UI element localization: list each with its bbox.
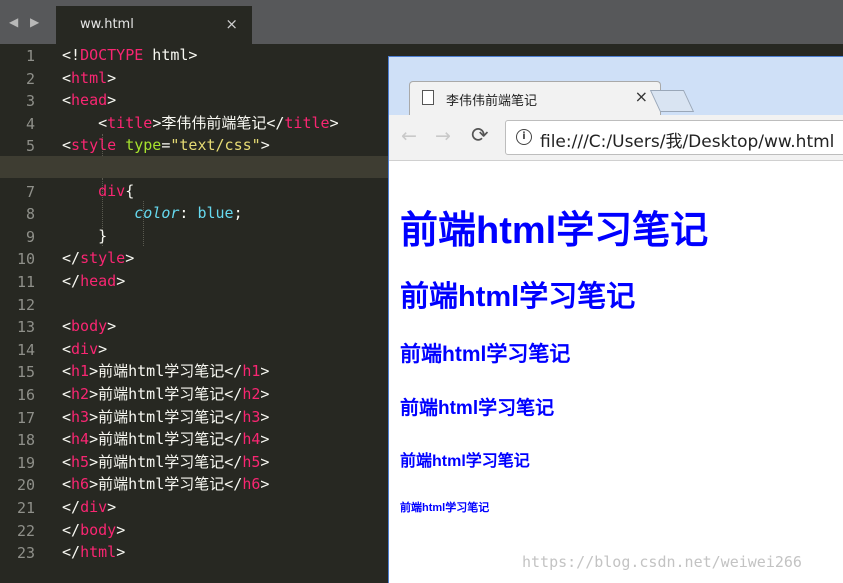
code-line: div{	[98, 181, 135, 200]
address-bar[interactable]: i file:///C:/Users/我/Desktop/ww.html	[505, 120, 843, 155]
forward-icon[interactable]: →	[435, 125, 451, 147]
line-number: 19	[16, 453, 35, 472]
line-number: 13	[16, 318, 35, 337]
tab-label: ww.html	[80, 17, 134, 32]
heading-h3: 前端html学习笔记	[400, 343, 571, 366]
code-line: color: blue;	[134, 204, 243, 223]
code-line: <h1>前端html学习笔记</h1>	[62, 362, 270, 381]
code-line: <h5>前端html学习笔记</h5>	[62, 452, 270, 471]
line-number: 18	[16, 431, 35, 450]
heading-h1: 前端html学习笔记	[400, 210, 709, 252]
line-number: 23	[16, 544, 35, 563]
line-number: 17	[16, 408, 35, 427]
line-number: 9	[25, 227, 35, 246]
code-line: <html>	[62, 68, 117, 87]
line-number: 21	[16, 499, 35, 517]
line-number: 1	[25, 47, 35, 65]
close-icon[interactable]: ×	[225, 15, 238, 33]
code-line: }	[98, 226, 108, 245]
back-icon[interactable]: ←	[401, 125, 417, 147]
info-icon[interactable]: i	[516, 129, 532, 145]
heading-h5: 前端html学习笔记	[400, 453, 530, 470]
code-line: <h4>前端html学习笔记</h4>	[62, 430, 270, 449]
code-line: <title>李伟伟前端笔记</title>	[98, 113, 339, 132]
current-line-highlight	[0, 156, 390, 178]
code-line: <div>	[62, 339, 108, 358]
code-line: </head>	[62, 272, 126, 290]
reload-icon[interactable]: ⟳	[471, 123, 489, 147]
code-line: <body>	[62, 317, 117, 336]
code-line: </div>	[62, 498, 117, 516]
tab-ww-html[interactable]: ww.html ×	[56, 6, 252, 44]
browser-tab-title: 李伟伟前端笔记	[446, 94, 538, 109]
editor-tab-bar: ◀ ▶ ww.html ×	[0, 0, 843, 44]
line-number-gutter: 1234567891011121314151617181920212223	[0, 44, 46, 582]
line-number: 14	[16, 340, 35, 359]
code-line: <style type="text/css">	[62, 136, 270, 155]
line-number: 4	[25, 114, 35, 133]
line-number: 20	[16, 476, 35, 495]
code-line: </html>	[62, 543, 126, 562]
code-line: <h2>前端html学习笔记</h2>	[62, 385, 270, 403]
heading-h4: 前端html学习笔记	[400, 398, 555, 419]
line-number: 11	[16, 273, 35, 291]
line-number: 22	[16, 521, 35, 540]
code-line: <h3>前端html学习笔记</h3>	[62, 407, 270, 426]
line-number: 16	[16, 386, 35, 404]
code-line: <head>	[62, 91, 117, 110]
code-line: </body>	[62, 520, 126, 539]
url-text: file:///C:/Users/我/Desktop/ww.html	[540, 132, 835, 152]
heading-h6: 前端html学习笔记	[400, 502, 490, 514]
browser-toolbar: ← → ⟳ i file:///C:/Users/我/Desktop/ww.ht…	[389, 115, 843, 161]
line-number: 3	[25, 92, 35, 111]
close-icon[interactable]: ×	[635, 87, 648, 106]
browser-tab[interactable]: 李伟伟前端笔记 ×	[409, 81, 661, 116]
browser-window: 李伟伟前端笔记 × ← → ⟳ i file:///C:/Users/我/Des…	[388, 56, 843, 583]
line-number: 2	[25, 69, 35, 88]
page-viewport: 前端html学习笔记 前端html学习笔记 前端html学习笔记 前端html学…	[389, 161, 843, 583]
heading-h2: 前端html学习笔记	[400, 281, 636, 313]
watermark: https://blog.csdn.net/weiwei266	[522, 553, 802, 571]
line-number: 15	[16, 363, 35, 382]
page-icon	[422, 90, 434, 105]
line-number: 7	[25, 182, 35, 201]
code-line: <h6>前端html学习笔记</h6>	[62, 475, 270, 494]
tab-nav-arrows-icon[interactable]: ◀ ▶	[9, 15, 43, 29]
line-number: 5	[25, 137, 35, 156]
line-number: 10	[16, 250, 35, 269]
code-line: </style>	[62, 249, 135, 268]
line-number: 12	[16, 295, 35, 314]
code-line: <!DOCTYPE html>	[62, 46, 198, 64]
line-number: 8	[25, 205, 35, 224]
